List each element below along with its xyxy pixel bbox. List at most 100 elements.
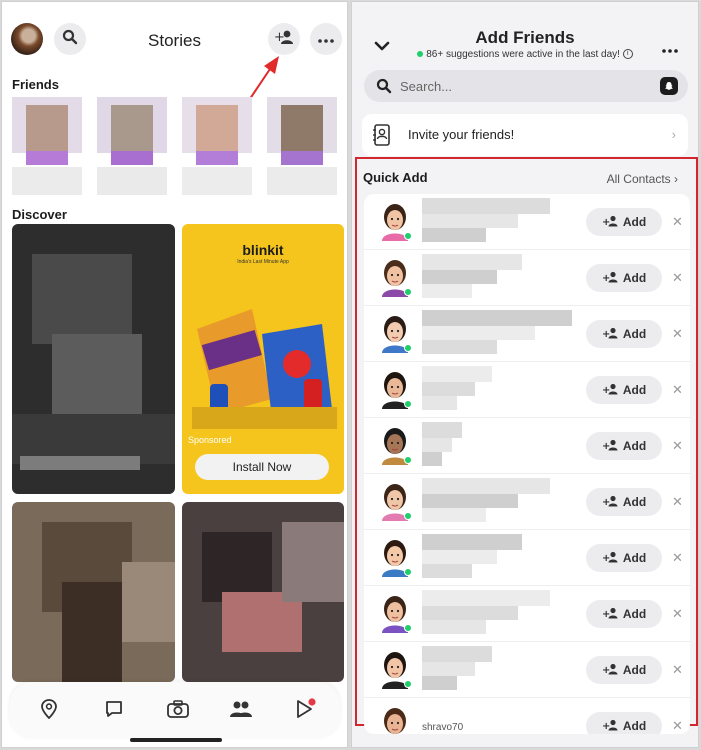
add-friend-icon: +	[602, 439, 618, 454]
add-button[interactable]: + Add	[586, 264, 662, 292]
dismiss-icon[interactable]: ✕	[672, 494, 683, 510]
add-button-label: Add	[622, 551, 647, 565]
add-friend-icon: +	[602, 607, 618, 622]
add-button[interactable]: + Add	[586, 712, 662, 734]
bottom-nav	[10, 682, 340, 738]
discover-card[interactable]	[182, 502, 344, 682]
dismiss-icon[interactable]: ✕	[672, 214, 683, 230]
more-icon[interactable]	[662, 40, 678, 58]
dismiss-icon[interactable]: ✕	[672, 550, 683, 566]
add-button-label: Add	[622, 607, 647, 621]
dismiss-icon[interactable]: ✕	[672, 438, 683, 454]
add-friend-icon: +	[274, 29, 294, 50]
friend-story-tile[interactable]	[97, 97, 167, 195]
stories-topbar: Stories +	[2, 2, 347, 74]
quick-add-row: + Add ✕	[364, 474, 690, 530]
add-friend-icon: +	[602, 383, 618, 398]
add-button-label: Add	[622, 495, 647, 509]
home-indicator	[130, 738, 222, 742]
add-friends-screen: Add Friends 86+ suggestions were active …	[351, 1, 699, 748]
quick-add-row: + Add ✕	[364, 530, 690, 586]
search-placeholder: Search...	[400, 79, 453, 94]
friend-story-tile[interactable]	[12, 97, 82, 195]
add-button[interactable]: + Add	[586, 488, 662, 516]
more-icon	[318, 30, 334, 48]
online-status-icon	[404, 456, 412, 464]
quick-add-row: + Add ✕	[364, 194, 690, 250]
add-button[interactable]: + Add	[586, 656, 662, 684]
add-friend-icon: +	[602, 551, 618, 566]
online-status-icon	[404, 624, 412, 632]
add-friend-icon: +	[602, 327, 618, 342]
friend-story-tile[interactable]	[267, 97, 337, 195]
sponsored-ad-card[interactable]: blinkit India's Last Minute App Sponsore…	[182, 224, 344, 494]
all-contacts-link[interactable]: All Contacts ›	[607, 172, 678, 186]
quick-add-list: + Add ✕ + Add ✕ + Add ✕ + Add ✕ + Add ✕ + Add ✕ + Add ✕ + Add ✕…	[364, 194, 690, 734]
info-icon[interactable]: i	[622, 49, 633, 60]
stories-play-icon[interactable]	[292, 696, 318, 722]
online-status-icon	[404, 680, 412, 688]
quick-add-row: shravo702+ MUTUAL FRIENDS+Add✕	[364, 698, 690, 734]
more-button[interactable]	[310, 23, 342, 55]
ad-tagline: India's Last Minute App	[237, 259, 289, 265]
add-friend-icon: +	[602, 719, 618, 734]
camera-icon[interactable]	[165, 696, 191, 722]
add-button[interactable]: + Add	[586, 208, 662, 236]
online-status-icon	[404, 288, 412, 296]
snapcode-scan-icon[interactable]	[660, 77, 678, 95]
add-friend-icon: +	[602, 271, 618, 286]
add-friend-button[interactable]: +	[268, 23, 300, 55]
add-button[interactable]: + Add	[586, 432, 662, 460]
invite-friends-row[interactable]: Invite your friends! ›	[362, 114, 688, 156]
chevron-right-icon: ›	[674, 172, 678, 186]
add-button[interactable]: + Add	[586, 320, 662, 348]
screenshot-root: Stories + Friends Discover blinkit India…	[0, 0, 701, 750]
online-status-icon	[404, 232, 412, 240]
bitmoji-avatar[interactable]	[376, 705, 414, 734]
add-friend-icon: +	[602, 495, 618, 510]
dismiss-icon[interactable]: ✕	[672, 270, 683, 286]
quick-add-row: + Add ✕	[364, 642, 690, 698]
contacts-book-icon	[372, 124, 392, 151]
quick-add-row: + Add ✕	[364, 586, 690, 642]
search-input[interactable]: Search...	[364, 70, 688, 102]
add-button[interactable]: + Add	[586, 376, 662, 404]
map-icon[interactable]	[36, 696, 62, 722]
online-status-icon	[404, 400, 412, 408]
add-button[interactable]: + Add	[586, 600, 662, 628]
friends-icon[interactable]	[228, 696, 254, 722]
friends-section-title: Friends	[12, 77, 59, 92]
page-title: Add Friends	[475, 28, 575, 47]
add-friend-icon: +	[602, 215, 618, 230]
online-status-icon	[404, 512, 412, 520]
active-suggestions-text: 86+ suggestions were active in the last …	[352, 49, 698, 60]
online-status-icon	[404, 344, 412, 352]
invite-label: Invite your friends!	[408, 127, 515, 142]
dismiss-icon[interactable]: ✕	[672, 606, 683, 622]
dismiss-icon[interactable]: ✕	[672, 326, 683, 342]
discover-card[interactable]	[12, 224, 175, 494]
ad-product-image	[192, 309, 337, 429]
add-button-label: Add	[622, 271, 647, 285]
subtitle-text: 86+ suggestions were active in the last …	[426, 49, 620, 60]
all-contacts-label: All Contacts	[606, 172, 671, 186]
add-button-label: Add	[622, 327, 647, 341]
discover-section-title: Discover	[12, 207, 67, 222]
online-status-icon	[404, 568, 412, 576]
online-dot-icon	[417, 51, 424, 58]
dismiss-icon[interactable]: ✕	[672, 382, 683, 398]
discover-card[interactable]	[12, 502, 175, 682]
add-button-label: Add	[622, 439, 647, 453]
add-button[interactable]: + Add	[586, 544, 662, 572]
ad-brand: blinkit	[242, 242, 284, 258]
add-button-label: Add	[622, 215, 647, 229]
quick-add-title: Quick Add	[363, 170, 428, 185]
install-now-button[interactable]: Install Now	[195, 454, 329, 480]
add-button-label: Add	[622, 663, 647, 677]
friend-story-tile[interactable]	[182, 97, 252, 195]
chat-icon[interactable]	[101, 696, 127, 722]
chevron-right-icon: ›	[671, 127, 676, 142]
username-text: shravo70	[422, 722, 464, 733]
dismiss-icon[interactable]: ✕	[672, 662, 683, 678]
dismiss-icon[interactable]: ✕	[672, 718, 683, 734]
